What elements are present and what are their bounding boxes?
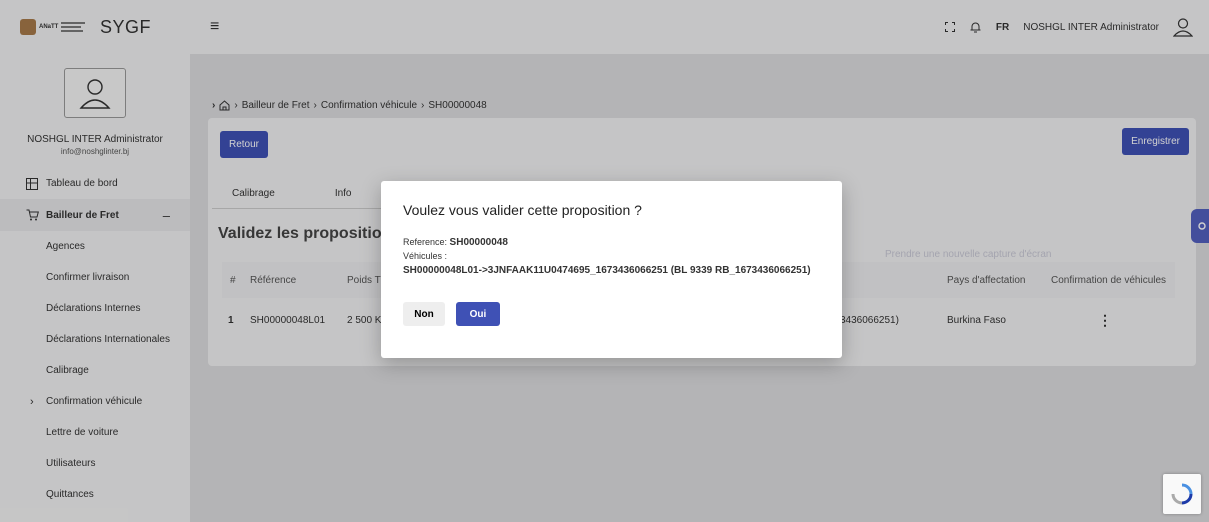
cart-icon bbox=[26, 209, 39, 221]
bell-icon[interactable] bbox=[969, 21, 982, 34]
back-button[interactable]: Retour bbox=[220, 131, 269, 158]
sidebar-item-label: Tableau de bord bbox=[46, 178, 118, 189]
yes-button[interactable]: Oui bbox=[456, 302, 500, 326]
user-icon[interactable] bbox=[1173, 17, 1193, 37]
sidebar-nav: Tableau de bord Bailleur de Fret – Agenc… bbox=[0, 168, 190, 510]
sidebar-item-utilisateurs[interactable]: Utilisateurs bbox=[0, 448, 190, 479]
column-header: Poids T bbox=[347, 274, 381, 286]
recaptcha-badge[interactable] bbox=[1163, 474, 1201, 514]
crest-icon bbox=[20, 19, 36, 35]
user-icon bbox=[79, 79, 111, 109]
sidebar-item-quittances[interactable]: Quittances bbox=[0, 479, 190, 510]
topbar-user-name[interactable]: NOSHGL INTER Administrator bbox=[1023, 22, 1159, 33]
breadcrumb: › › Bailleur de Fret › Confirmation véhi… bbox=[212, 100, 487, 111]
reference-label: Reference: bbox=[403, 237, 448, 247]
sidebar-user-name: NOSHGL INTER Administrator bbox=[27, 134, 163, 145]
row-vehicle: 3436066251) bbox=[840, 315, 899, 326]
more-vert-icon[interactable]: ⋮ bbox=[1098, 312, 1112, 329]
section-title: Validez les propositions bbox=[218, 225, 401, 242]
sidebar-item-declarations-internationales[interactable]: Déclarations Internationales bbox=[0, 324, 190, 355]
confirm-dialog: Voulez vous valider cette proposition ? … bbox=[381, 181, 842, 358]
recaptcha-icon bbox=[1171, 483, 1193, 505]
column-header: Pays d'affectation bbox=[947, 274, 1026, 286]
sidebar: ANaTT SYGF NOSHGL INTER Administrator in… bbox=[0, 0, 190, 522]
app-name: SYGF bbox=[100, 16, 152, 37]
row-number: 1 bbox=[228, 315, 234, 326]
breadcrumb-item[interactable]: Confirmation véhicule bbox=[321, 100, 417, 111]
reference-value: SH00000048 bbox=[449, 237, 508, 248]
tab-bar: Calibrage Info bbox=[212, 188, 827, 209]
row-country: Burkina Faso bbox=[947, 315, 1006, 326]
no-button[interactable]: Non bbox=[403, 302, 445, 326]
menu-icon[interactable]: ≡ bbox=[210, 18, 219, 36]
dashboard-icon bbox=[26, 177, 38, 190]
save-button[interactable]: Enregistrer bbox=[1122, 128, 1189, 155]
settings-tab[interactable] bbox=[1191, 209, 1209, 243]
sidebar-user-email: info@noshglinter.bj bbox=[60, 147, 130, 156]
sidebar-item-bailleur[interactable]: Bailleur de Fret – bbox=[0, 199, 190, 231]
row-reference: SH00000048L01 bbox=[250, 315, 326, 326]
sidebar-item-declarations-internes[interactable]: Déclarations Internes bbox=[0, 293, 190, 324]
chevron-right-icon: › bbox=[212, 100, 216, 111]
chevron-right-icon: › bbox=[30, 395, 34, 408]
breadcrumb-item: SH00000048 bbox=[428, 100, 487, 111]
tab-calibrage[interactable]: Calibrage bbox=[232, 188, 275, 199]
dialog-title: Voulez vous valider cette proposition ? bbox=[403, 202, 642, 218]
tab-info[interactable]: Info bbox=[335, 188, 352, 199]
topbar: ≡ FR NOSHGL INTER Administrator bbox=[190, 0, 1209, 54]
fullscreen-icon[interactable] bbox=[944, 22, 955, 32]
sidebar-item-dashboard[interactable]: Tableau de bord bbox=[0, 168, 190, 199]
logo-bar: ANaTT SYGF bbox=[0, 0, 190, 54]
row-weight: 2 500 K bbox=[347, 315, 382, 326]
logo-brand-text: ANaTT bbox=[39, 24, 59, 30]
sidebar-item-label: Bailleur de Fret bbox=[46, 209, 119, 221]
sidebar-item-calibrage[interactable]: Calibrage bbox=[0, 355, 190, 386]
breadcrumb-item[interactable]: Bailleur de Fret bbox=[242, 100, 310, 111]
gear-icon bbox=[1198, 222, 1206, 230]
column-header: # bbox=[230, 274, 236, 286]
column-header: Référence bbox=[250, 274, 297, 286]
vehicles-label: Véhicules : bbox=[403, 251, 448, 261]
sidebar-item-confirmer-livraison[interactable]: Confirmer livraison bbox=[0, 262, 190, 293]
sidebar-item-agences[interactable]: Agences bbox=[0, 231, 190, 262]
home-icon[interactable] bbox=[219, 100, 230, 111]
language-selector[interactable]: FR bbox=[996, 22, 1009, 33]
collapse-icon[interactable]: – bbox=[163, 208, 170, 223]
avatar bbox=[64, 68, 126, 118]
sidebar-item-confirmation-vehicule[interactable]: › Confirmation véhicule bbox=[0, 386, 190, 417]
vehicles-value: SH00000048L01->3JNFAAK11U0474695_1673436… bbox=[403, 265, 811, 276]
sidebar-item-lettre-voiture[interactable]: Lettre de voiture bbox=[0, 417, 190, 448]
column-header: Confirmation de véhicules bbox=[1051, 274, 1167, 286]
anatt-logo: ANaTT bbox=[20, 18, 92, 36]
